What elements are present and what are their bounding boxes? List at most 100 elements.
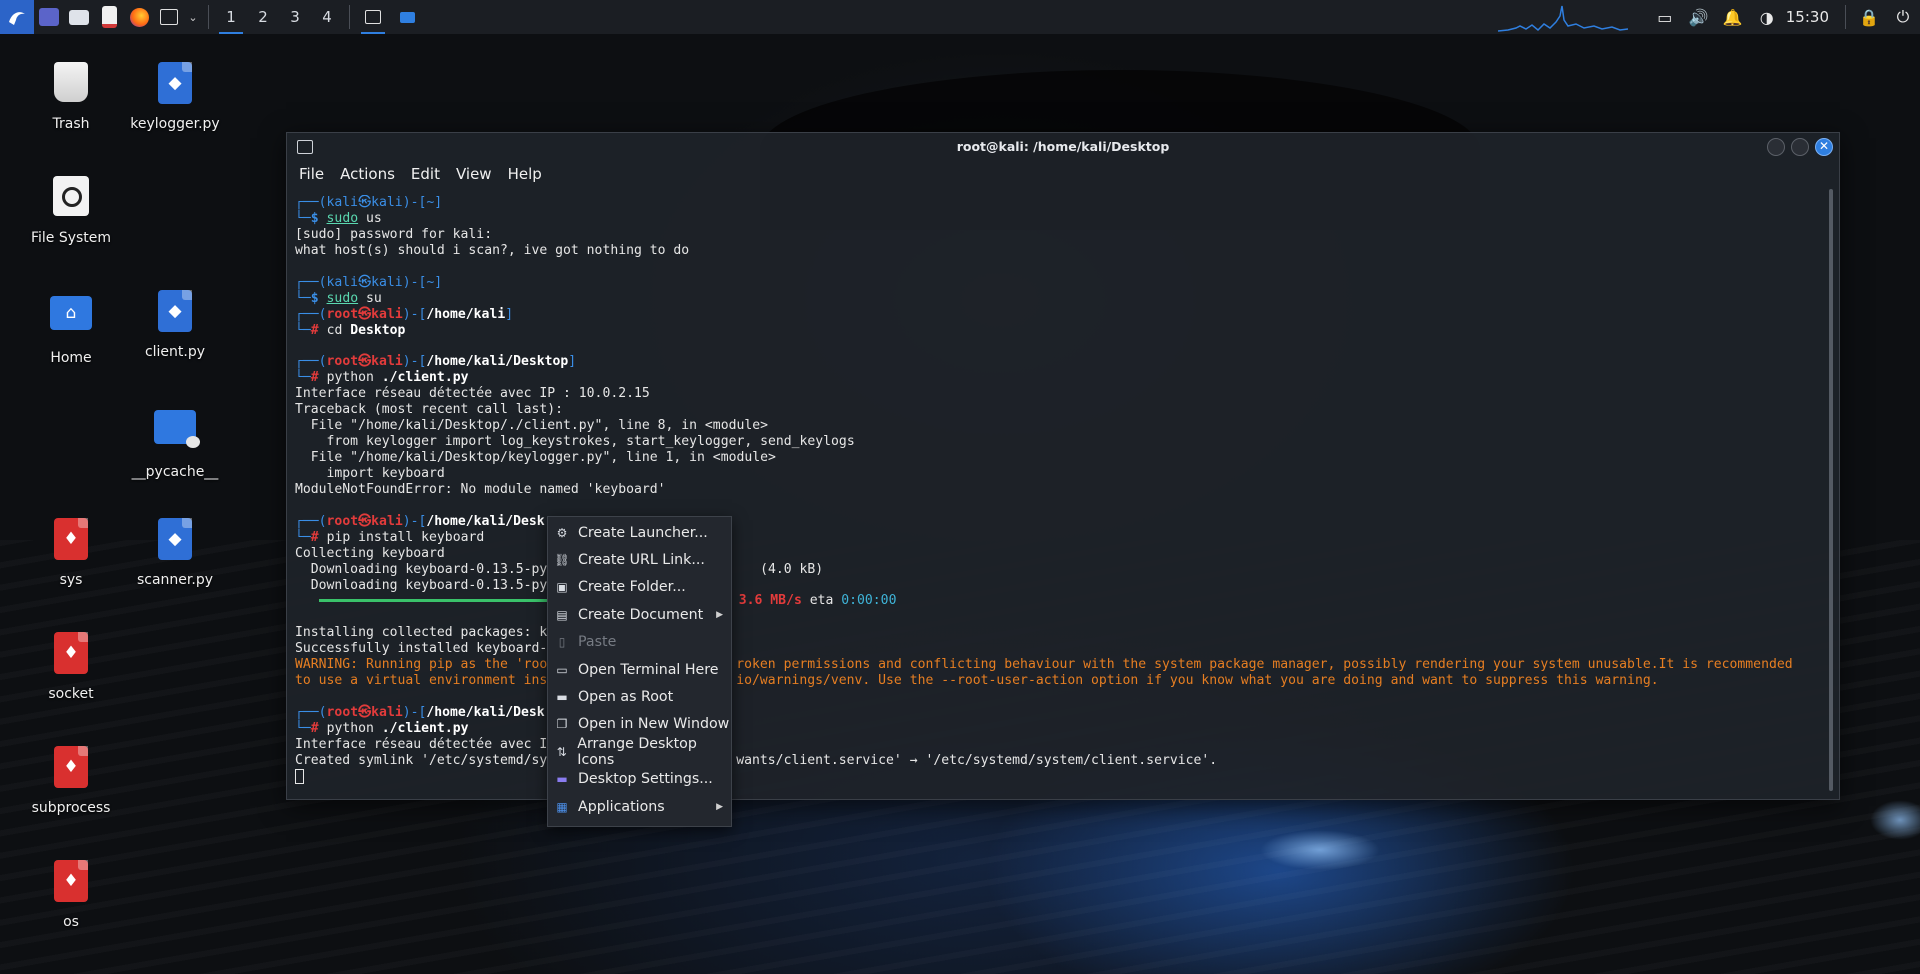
panel-separator	[208, 5, 209, 29]
menu-item-open-as-root[interactable]: ▬ Open as Root	[548, 683, 731, 710]
terminal-line	[295, 768, 1825, 785]
menu-view[interactable]: View	[456, 165, 492, 183]
desktop-icon-keylogger-py[interactable]: ◆ keylogger.py	[120, 62, 230, 132]
menu-item-open-in-new-window[interactable]: ❐ Open in New Window	[548, 711, 731, 738]
desktop-icon-trash[interactable]: Trash	[16, 62, 126, 132]
kali-dragon-icon	[9, 12, 25, 25]
taskbar-terminal-window[interactable]	[356, 0, 390, 34]
firefox-icon	[129, 7, 149, 27]
menu-actions[interactable]: Actions	[340, 165, 395, 183]
applications-icon: ▦	[556, 799, 568, 814]
desktop-icon-file-system[interactable]: File System	[16, 176, 126, 246]
desktop-icon-home[interactable]: ⌂ Home	[16, 290, 126, 366]
kali-menu-button[interactable]	[0, 0, 34, 34]
terminal-menubar: File Actions Edit View Help	[287, 160, 1839, 188]
pdf-file-icon: ♦	[54, 518, 88, 560]
show-desktop-button[interactable]	[34, 0, 64, 34]
folder-icon: ▬	[556, 690, 568, 705]
menu-edit[interactable]: Edit	[411, 165, 440, 183]
terminal-line: from keylogger import log_keystrokes, st…	[295, 434, 855, 450]
file-manager-button[interactable]	[64, 0, 94, 34]
maximize-button[interactable]	[1791, 138, 1809, 156]
menu-item-create-document[interactable]: ▤ Create Document ▶	[548, 601, 731, 628]
terminal-line: Interface réseau détectée avec I	[295, 736, 548, 752]
menu-item-create-launcher[interactable]: ⚙ Create Launcher...	[548, 519, 731, 546]
desktop-icon-label: Trash	[52, 116, 90, 132]
menu-item-paste[interactable]: ▯ Paste	[548, 629, 731, 656]
menu-item-applications[interactable]: ▦ Applications ▶	[548, 793, 731, 820]
python-file-icon: ◆	[158, 62, 192, 104]
download-progress-bar	[319, 599, 549, 603]
desktop-icon-label: File System	[30, 230, 112, 246]
power-manager-icon[interactable]: ◑	[1750, 0, 1784, 34]
terminal-cursor	[295, 768, 304, 784]
terminal-line: Successfully installed keyboard-	[295, 641, 548, 657]
desktop-icon-subprocess[interactable]: ♦ subprocess	[16, 746, 126, 816]
terminal-line: ┌──(root㉿kali)-[/home/kali/Desktop]	[295, 354, 577, 370]
clipboard-icon: ▯	[558, 635, 566, 650]
menu-item-create-folder[interactable]: ▣ Create Folder...	[548, 574, 731, 601]
desktop-icon-client-py[interactable]: ◆ client.py	[120, 290, 230, 360]
desktop-icon-pycache[interactable]: __pycache__	[120, 404, 230, 480]
arrange-icon: ⇅	[556, 744, 567, 759]
panel-separator	[1845, 5, 1846, 29]
terminal-line: ┌──(root㉿kali)-[/home/kali]	[295, 306, 514, 322]
desktop-context-menu: ⚙ Create Launcher... ⛓ Create URL Link... …	[547, 516, 732, 827]
menu-item-arrange-desktop-icons[interactable]: ⇅ Arrange Desktop Icons	[548, 736, 731, 768]
window-title: root@kali: /home/kali/Desktop	[956, 139, 1170, 154]
desktop-icon-scanner-py[interactable]: ◆ scanner.py	[120, 518, 230, 588]
desktop-icon-os[interactable]: ♦ os	[16, 860, 126, 930]
terminal-output[interactable]: ┌──(kali㉿kali)-[~] └─$ sudo us [sudo] pass…	[295, 195, 1825, 793]
link-icon: ⛓	[554, 553, 570, 568]
workspace-3-button[interactable]: 3	[279, 0, 311, 34]
menu-item-create-url-link[interactable]: ⛓ Create URL Link...	[548, 546, 731, 573]
desktop-icon-sys[interactable]: ♦ sys	[16, 518, 126, 588]
terminal-launcher-button[interactable]	[154, 0, 184, 34]
terminal-line: to use a virtual environment ins io/warni…	[295, 673, 1659, 689]
terminal-line: Created symlink '/etc/systemd/sy wants/cl…	[295, 752, 1218, 768]
firefox-button[interactable]	[124, 0, 154, 34]
menu-help[interactable]: Help	[508, 165, 542, 183]
terminal-line: Downloading keyboard-0.13.5-py (4.0 kB)	[295, 561, 824, 577]
lock-screen-icon[interactable]: 🔒	[1852, 0, 1886, 34]
workspace-1-button[interactable]: 1	[215, 0, 247, 34]
desktop-icon-label: subprocess	[31, 800, 111, 816]
document-plus-icon: ▤	[556, 607, 568, 622]
cpu-graph-monitor[interactable]	[1497, 2, 1628, 32]
terminal-window[interactable]: root@kali: /home/kali/Desktop ✕ File Act…	[286, 132, 1840, 800]
menu-item-desktop-settings[interactable]: ▬ Desktop Settings...	[548, 766, 731, 793]
workspace-4-button[interactable]: 4	[311, 0, 343, 34]
gear-icon: ⚙	[556, 525, 568, 540]
desktop-icon-socket[interactable]: ♦ socket	[16, 632, 126, 702]
wallpaper-glint	[1260, 830, 1380, 870]
terminal-line: └─$ sudo us	[295, 210, 382, 226]
top-panel: ⌄ 1 2 3 4 ▭ 🔊 🔔 ◑ 15:30 🔒 ⏻	[0, 0, 1920, 34]
close-button[interactable]: ✕	[1815, 138, 1833, 156]
menu-file[interactable]: File	[299, 165, 324, 183]
terminal-line: Interface réseau détectée avec IP : 10.0…	[295, 386, 650, 402]
notification-bell-icon[interactable]: 🔔	[1716, 0, 1750, 34]
display-icon[interactable]: ▭	[1648, 0, 1682, 34]
panel-clock[interactable]: 15:30	[1784, 8, 1839, 26]
desktop-icon-label: scanner.py	[136, 572, 214, 588]
volume-icon[interactable]: 🔊	[1682, 0, 1716, 34]
workspace-2-button[interactable]: 2	[247, 0, 279, 34]
terminal-line: ModuleNotFoundError: No module named 'ke…	[295, 481, 666, 497]
terminal-icon	[160, 9, 178, 25]
minimize-button[interactable]	[1767, 138, 1785, 156]
menu-item-open-terminal-here[interactable]: ▭ Open Terminal Here	[548, 656, 731, 683]
taskbar-folder-window[interactable]	[390, 0, 424, 34]
terminal-scrollbar[interactable]	[1829, 189, 1833, 791]
terminal-titlebar[interactable]: root@kali: /home/kali/Desktop ✕	[287, 133, 1839, 160]
text-editor-button[interactable]	[94, 0, 124, 34]
trash-icon	[49, 62, 93, 108]
desktop-settings-icon: ▬	[556, 772, 568, 787]
pdf-file-icon: ♦	[54, 860, 88, 902]
terminal-line: import keyboard	[295, 465, 445, 481]
terminal-line: [sudo] password for kali:	[295, 226, 493, 242]
submenu-arrow-icon: ▶	[716, 801, 723, 812]
terminal-line: Downloading keyboard-0.13.5-py3	[295, 577, 556, 593]
chevron-down-icon[interactable]: ⌄	[184, 0, 202, 34]
power-button-icon[interactable]: ⏻	[1886, 0, 1920, 34]
